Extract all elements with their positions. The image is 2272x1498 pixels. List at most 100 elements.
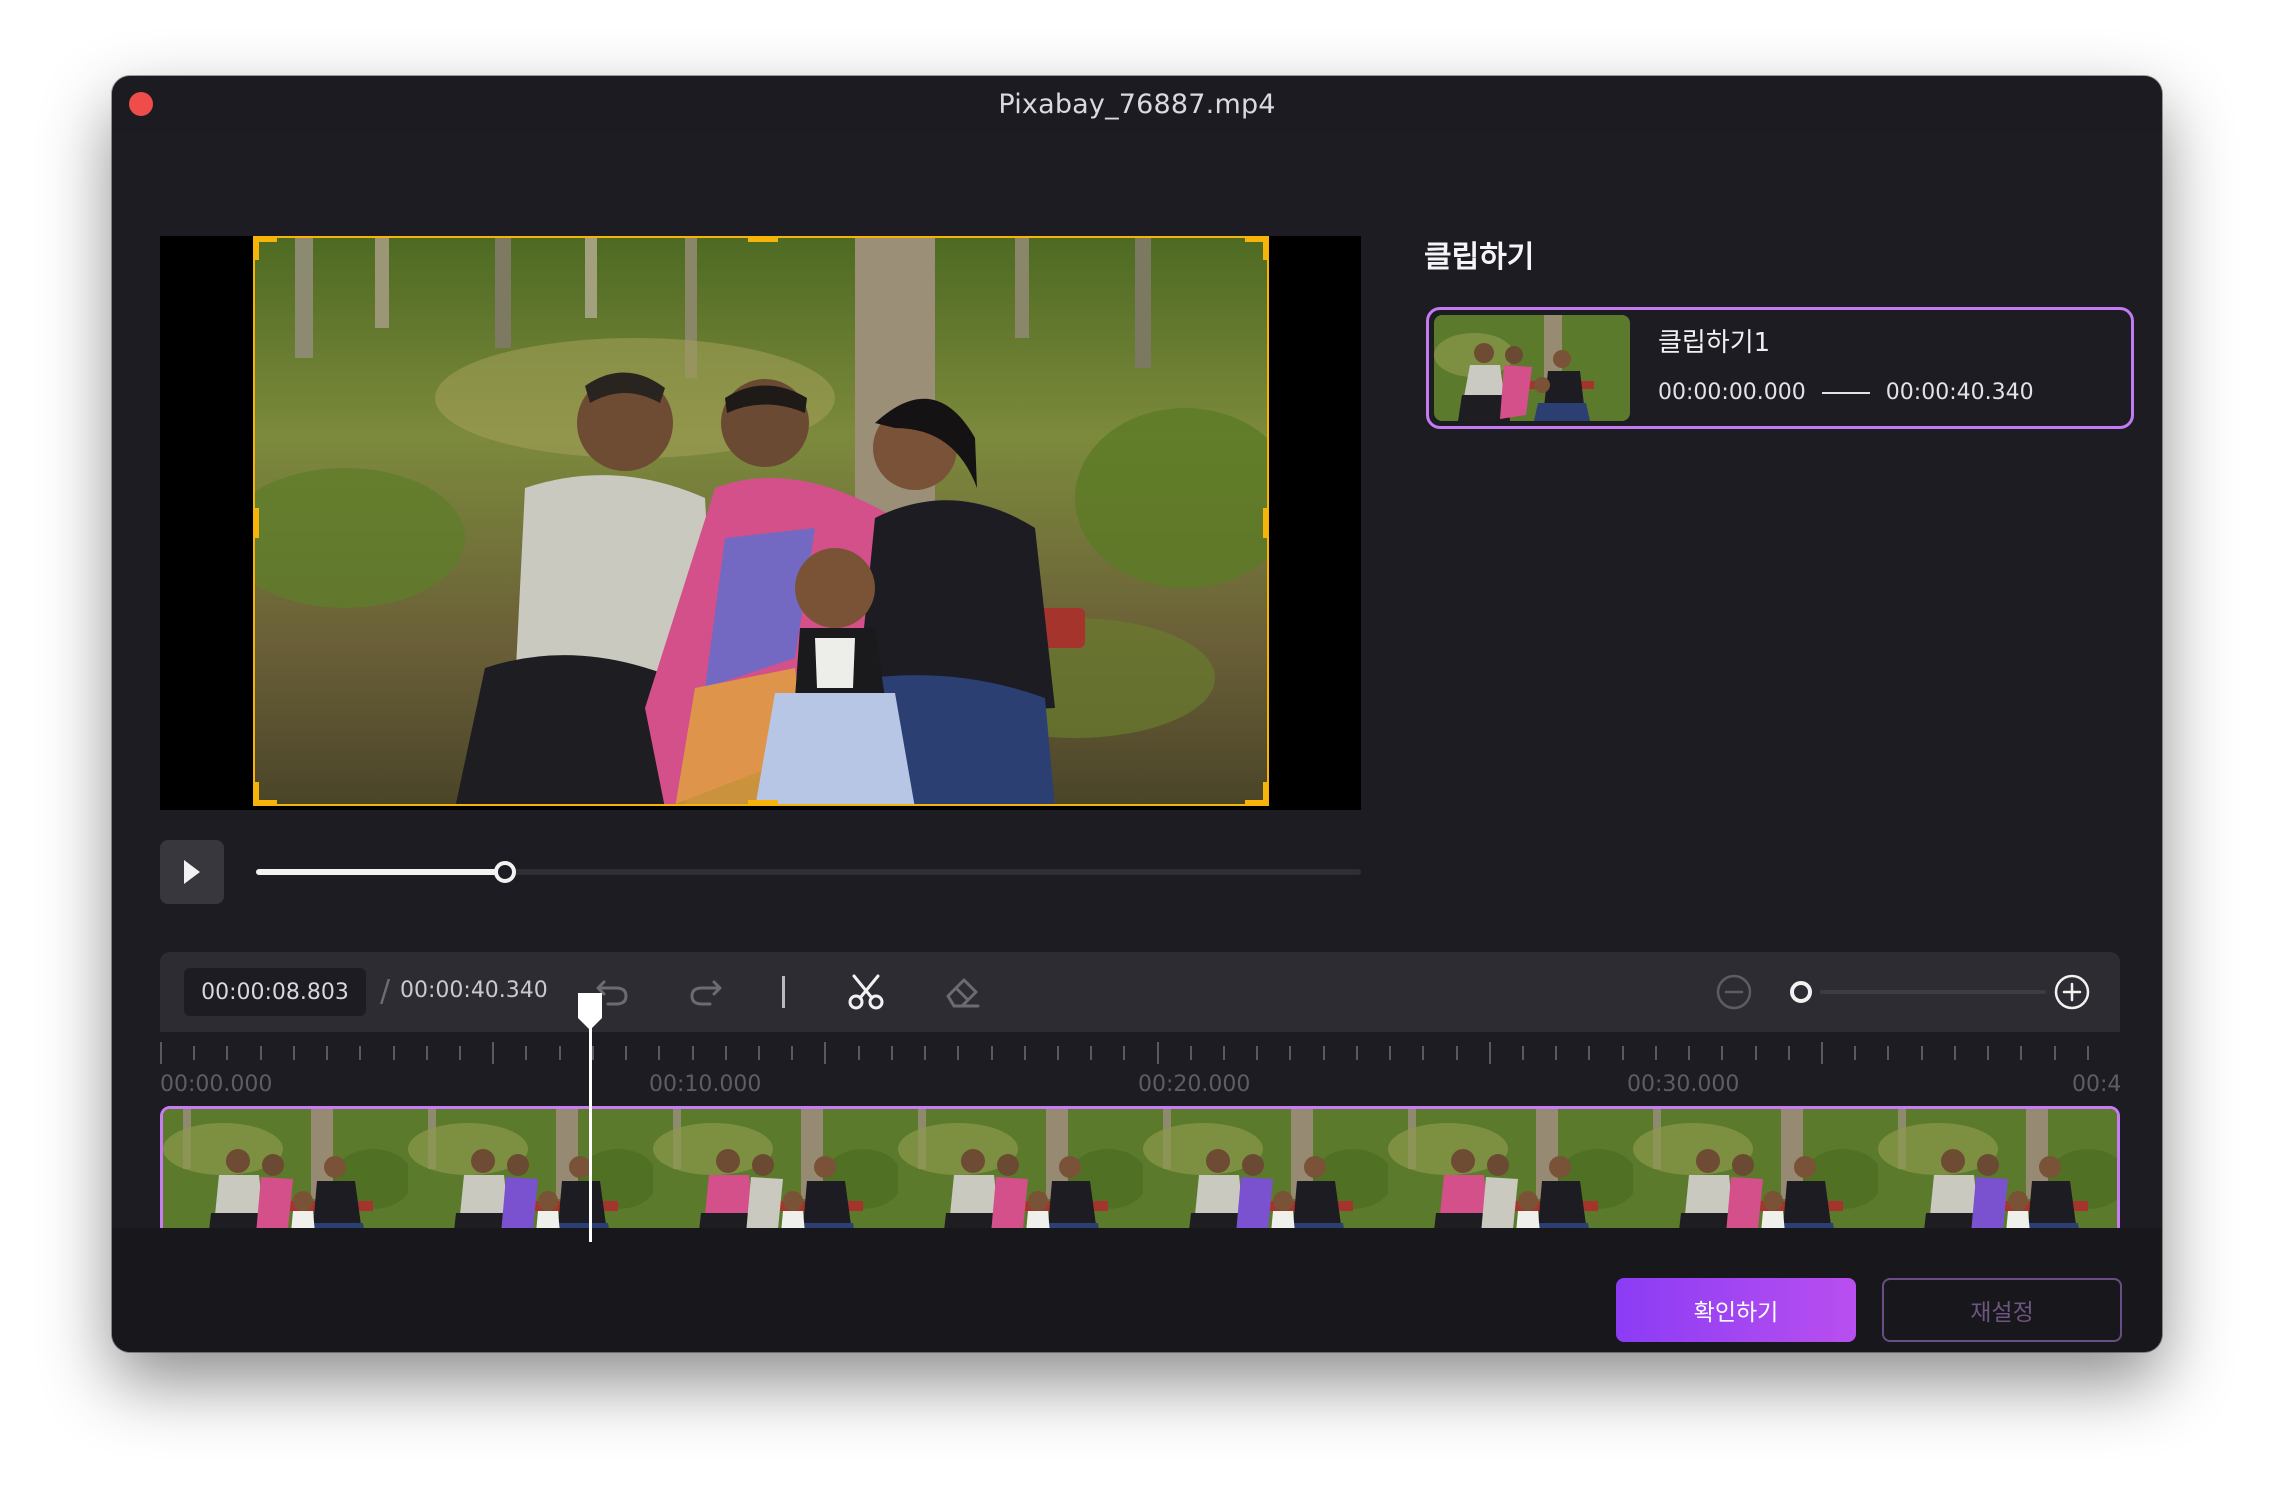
ruler-tick	[226, 1046, 229, 1060]
ruler-tick	[1754, 1046, 1757, 1060]
ruler-tick	[2086, 1046, 2089, 1060]
crop-handle-top-right[interactable]	[1245, 238, 1267, 260]
ruler-tick	[1289, 1046, 1292, 1060]
ruler-tick	[259, 1046, 262, 1060]
vertical-divider	[782, 976, 785, 1008]
clip-end-time: 00:00:40.340	[1885, 380, 2034, 405]
ruler-tick	[824, 1042, 827, 1064]
zoom-slider-knob[interactable]	[1790, 981, 1812, 1003]
ruler-label: 00:00.000	[160, 1072, 273, 1097]
zoom-out-icon	[1716, 974, 1752, 1010]
play-icon	[184, 860, 200, 884]
playhead-line[interactable]	[589, 1000, 593, 1242]
ruler-tick	[1455, 1046, 1458, 1060]
zoom-out-button[interactable]	[1710, 968, 1758, 1016]
ruler-tick	[1821, 1042, 1824, 1064]
ruler-tick	[1123, 1046, 1126, 1060]
ruler-label: 00:20.000	[1138, 1072, 1251, 1097]
current-time-display: 00:00:08.803	[184, 968, 366, 1016]
redo-icon	[690, 980, 722, 1006]
panel-title: 클립하기	[1424, 240, 1535, 275]
ruler-tick	[292, 1046, 295, 1060]
ruler-tick	[724, 1046, 727, 1060]
erase-button[interactable]	[938, 968, 986, 1016]
zoom-slider-track[interactable]	[1820, 990, 2046, 994]
crop-handle-right[interactable]	[1263, 508, 1267, 538]
clip-name: 클립하기1	[1658, 328, 1771, 358]
timeline-toolbar: 00:00:08.803 / 00:00:40.340	[160, 952, 2120, 1032]
ruler-tick	[1555, 1046, 1558, 1060]
cut-button[interactable]	[842, 968, 890, 1016]
ruler-tick	[1588, 1046, 1591, 1060]
ruler-tick	[160, 1042, 162, 1064]
eraser-icon	[946, 978, 980, 1008]
ruler-tick	[957, 1046, 960, 1060]
crop-handle-bottom[interactable]	[748, 800, 778, 804]
crop-frame[interactable]	[253, 236, 1269, 806]
window-title: Pixabay_76887.mp4	[998, 88, 1276, 120]
ruler-tick	[1156, 1042, 1159, 1064]
crop-handle-bottom-right[interactable]	[1245, 782, 1267, 804]
ruler-tick	[1488, 1042, 1491, 1064]
ruler-tick	[458, 1046, 461, 1060]
ruler-tick	[1721, 1046, 1724, 1060]
ruler-tick	[1422, 1046, 1425, 1060]
ruler-tick	[924, 1046, 927, 1060]
ruler-tick	[757, 1046, 760, 1060]
clip-item[interactable]: 클립하기1 00:00:00.000 00:00:40.340	[1426, 307, 2134, 429]
playhead-handle[interactable]	[575, 990, 605, 1032]
crop-handle-left[interactable]	[255, 508, 259, 538]
playback-progress-bar[interactable]	[256, 861, 1361, 883]
ruler-tick	[1355, 1046, 1358, 1060]
ruler-label: 00:40.000	[2072, 1072, 2120, 1097]
ruler-tick	[1389, 1046, 1392, 1060]
time-separator: /	[380, 974, 391, 1009]
crop-handle-top[interactable]	[748, 238, 778, 242]
ruler-tick	[2053, 1046, 2056, 1060]
ruler-tick	[1621, 1046, 1624, 1060]
playback-progress-fill	[256, 869, 506, 875]
editor-content: 클립하기 클립하기1 00:00:00.000 00:00:40.340 00:…	[112, 132, 2162, 1296]
play-button[interactable]	[160, 840, 224, 904]
reset-button[interactable]: 재설정	[1882, 1278, 2122, 1342]
ruler-tick	[558, 1046, 561, 1060]
close-window-button[interactable]	[129, 92, 153, 116]
title-bar: Pixabay_76887.mp4	[112, 76, 2162, 132]
time-range-dash	[1821, 391, 1870, 394]
clip-time-range: 00:00:00.000 00:00:40.340	[1658, 380, 2034, 405]
ruler-tick	[1654, 1046, 1657, 1060]
ruler-tick	[1189, 1046, 1192, 1060]
ruler-tick	[791, 1046, 794, 1060]
ruler-tick	[1056, 1046, 1059, 1060]
ruler-tick	[691, 1046, 694, 1060]
ruler-tick	[1223, 1046, 1226, 1060]
ruler-tick	[392, 1046, 395, 1060]
scissors-icon	[848, 974, 884, 1010]
ruler-tick	[1688, 1046, 1691, 1060]
ruler-tick	[326, 1046, 329, 1060]
ruler-tick	[525, 1046, 528, 1060]
total-time-display: 00:00:40.340	[400, 978, 548, 1003]
zoom-in-button[interactable]	[2048, 968, 2096, 1016]
ruler-tick	[1787, 1046, 1790, 1060]
ruler-tick	[1322, 1046, 1325, 1060]
redo-button[interactable]	[682, 968, 730, 1016]
ruler-tick	[492, 1042, 495, 1064]
playback-progress-knob[interactable]	[494, 861, 517, 883]
ruler-tick	[2020, 1046, 2023, 1060]
clip-start-time: 00:00:00.000	[1658, 380, 1806, 405]
ruler-tick	[1090, 1046, 1093, 1060]
timeline-ruler[interactable]: 00:00.000 00:10.000 00:20.000 00:30.000 00:4…	[160, 1032, 2120, 1102]
clip-editor-window: Pixabay_76887.mp4 클립하기 클립하기1 00:00:00.00…	[112, 76, 2162, 1352]
crop-handle-bottom-left[interactable]	[255, 782, 277, 804]
video-frame-image	[255, 238, 1267, 804]
ruler-tick	[1887, 1046, 1890, 1060]
crop-handle-top-left[interactable]	[255, 238, 277, 260]
ruler-label: 00:10.000	[649, 1072, 762, 1097]
confirm-button[interactable]: 확인하기	[1616, 1278, 1856, 1342]
ruler-tick	[1522, 1046, 1525, 1060]
ruler-tick	[193, 1046, 196, 1060]
ruler-tick	[1256, 1046, 1259, 1060]
ruler-tick	[857, 1046, 860, 1060]
ruler-tick	[890, 1046, 893, 1060]
